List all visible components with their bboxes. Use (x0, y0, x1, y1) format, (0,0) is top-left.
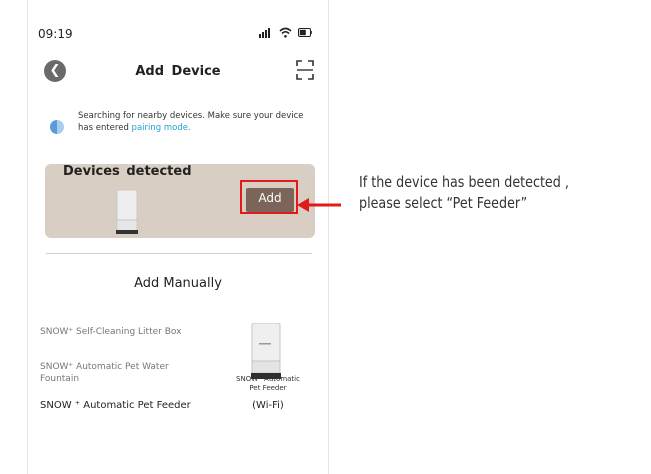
pet-feeder-image (116, 190, 138, 234)
search-message: Searching for nearby devices. Make sure … (78, 111, 304, 133)
highlight-box (240, 180, 298, 214)
signal-icon (259, 27, 270, 38)
wifi-icon (279, 27, 292, 38)
detected-devices-card: Devices detected Add (45, 164, 315, 238)
status-icons (259, 27, 312, 38)
category-water-fountain-label: SNOW⁺ Automatic Pet Water Fountain (40, 362, 169, 384)
category-litter-box[interactable]: SNOW⁺ Self-Cleaning Litter Box (40, 326, 181, 338)
add-manually-heading: Add Manually (134, 276, 222, 291)
pairing-mode-link[interactable]: pairing mode. (132, 123, 191, 133)
searching-spinner-icon (50, 120, 64, 134)
arrow-left-icon (297, 198, 341, 212)
page-title: Add Device (135, 64, 221, 79)
scan-icon[interactable] (296, 60, 314, 80)
instruction-line-1: If the device has been detected , (359, 173, 569, 191)
phone-screen: 09:19 ❮ Add Device Searching for nearby … (27, 0, 329, 474)
pet-feeder-device-caption[interactable]: SNOW⁺ Automatic Pet Feeder (218, 375, 318, 393)
pet-feeder-device-image[interactable] (250, 323, 282, 379)
instruction-line-2: please select “Pet Feeder” (359, 194, 528, 212)
pet-feeder-wifi-label: (Wi-Fi) (252, 400, 284, 411)
status-time: 09:19 (38, 27, 73, 41)
divider (46, 253, 312, 254)
category-water-fountain[interactable]: SNOW⁺ Automatic Pet Water Fountain (40, 361, 190, 385)
instruction-note: If the device has been detected , please… (359, 172, 630, 214)
battery-icon (298, 28, 312, 37)
devices-detected-title: Devices detected (63, 164, 192, 179)
category-pet-feeder[interactable]: SNOW ⁺ Automatic Pet Feeder (40, 400, 191, 412)
